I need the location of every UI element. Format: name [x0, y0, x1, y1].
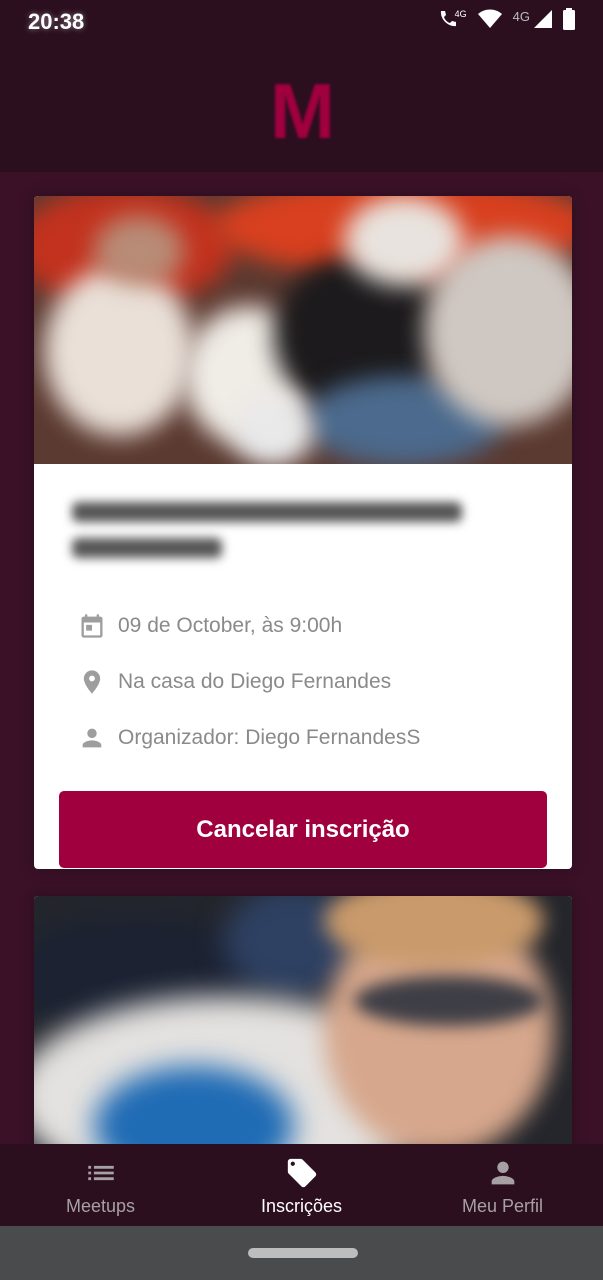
calendar-icon	[81, 614, 103, 638]
location-pin-icon	[83, 670, 101, 694]
app-header: M	[0, 46, 603, 172]
person-icon	[491, 1161, 514, 1185]
meetup-banner-image	[34, 896, 572, 1144]
meetup-date-text: 09 de October, às 9:00h	[118, 614, 343, 637]
person-icon	[82, 728, 102, 748]
nav-inscricoes-label: Inscrições	[260, 1196, 343, 1216]
nav-meu-perfil[interactable]: Meu Perfil	[402, 1144, 603, 1226]
app-logo: M	[270, 67, 335, 155]
network-label-1: 4G	[454, 9, 467, 19]
bottom-navigation: Meetups Inscrições Meu Perfil	[0, 1144, 603, 1226]
meetup-location-text: Na casa do Diego Fernandes	[118, 670, 392, 693]
meetup-feed[interactable]: 09 de October, às 9:00h Na casa do Diego…	[0, 172, 603, 1144]
meetup-banner-image	[34, 196, 572, 464]
nav-inscricoes[interactable]: Inscrições	[201, 1144, 402, 1226]
meetup-organizer-text: Organizador: Diego FernandesS	[118, 726, 421, 749]
meetup-organizer: Organizador: Diego FernandesS	[78, 724, 420, 752]
nav-meetups[interactable]: Meetups	[0, 1144, 201, 1226]
meetup-location: Na casa do Diego Fernandes	[78, 668, 391, 696]
status-time: 20:38	[28, 9, 85, 34]
home-gesture-handle[interactable]	[248, 1248, 358, 1258]
nav-meetups-label: Meetups	[65, 1196, 136, 1216]
phone-4g-icon: 4G	[437, 9, 467, 29]
nav-meu-perfil-label: Meu Perfil	[461, 1196, 544, 1216]
signal-4g-icon: 4G	[513, 9, 553, 29]
meetup-date: 09 de October, às 9:00h	[78, 612, 342, 640]
network-label-2: 4G	[512, 8, 530, 24]
cancel-subscription-button[interactable]: Cancelar inscrição	[59, 791, 547, 868]
battery-icon	[563, 8, 575, 30]
status-bar: 20:38 4G 4G	[0, 0, 603, 46]
wifi-icon	[477, 9, 503, 29]
meetup-card[interactable]	[34, 896, 572, 1144]
tag-icon	[287, 1158, 316, 1188]
meetup-title-blurred	[72, 494, 492, 558]
list-icon	[87, 1165, 114, 1181]
system-gesture-bar	[0, 1226, 603, 1280]
meetup-card[interactable]: 09 de October, às 9:00h Na casa do Diego…	[34, 196, 572, 869]
status-icons: 4G 4G	[437, 8, 575, 30]
